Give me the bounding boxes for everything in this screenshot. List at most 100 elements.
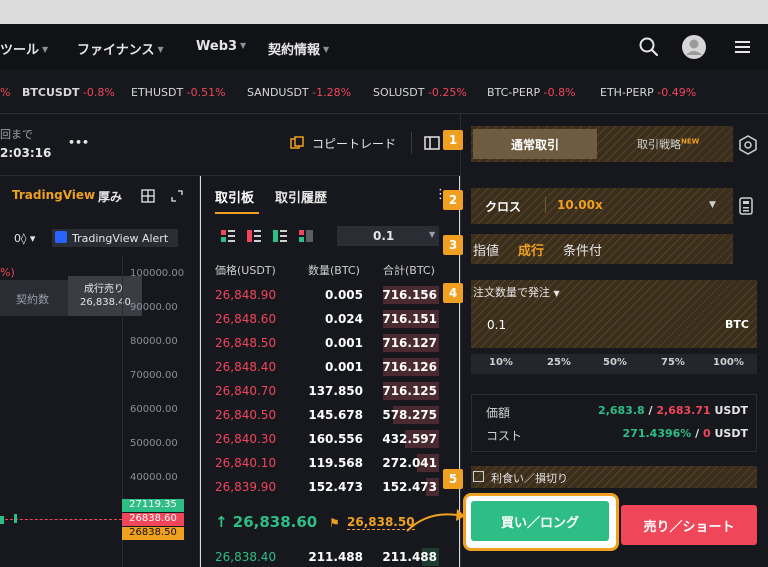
ask-qty: 0.001: [325, 336, 363, 350]
nav-item-finance[interactable]: ファイナンス ▼: [77, 39, 164, 58]
sell-short-button[interactable]: 売り／ショート: [621, 505, 757, 545]
ask-price: 26,840.10: [215, 456, 277, 470]
ask-price: 26,840.70: [215, 384, 277, 398]
menu-icon[interactable]: [734, 39, 752, 55]
header-price: 価格(USDT): [215, 264, 276, 277]
y-axis-label: 50000.00: [130, 438, 178, 449]
toolbar-divider: [411, 132, 412, 154]
view-bids-icon[interactable]: [273, 230, 287, 242]
tab-depth[interactable]: 厚み: [98, 188, 122, 205]
grid-icon[interactable]: [141, 189, 155, 203]
step-badge: 2: [443, 190, 463, 210]
ticker-item-solusdt[interactable]: SOLUSDT -0.25%: [373, 86, 467, 99]
search-icon[interactable]: [638, 36, 660, 58]
ask-row[interactable]: 26,840.30 160.556 432.597: [201, 428, 459, 450]
tab-trade-history[interactable]: 取引履歴: [275, 187, 327, 206]
y-axis-label: 60000.00: [130, 404, 178, 415]
order-type-limit[interactable]: 指値: [473, 240, 499, 259]
qty-section: 注文数量で発注 ▼ 0.1 BTC: [471, 280, 757, 348]
ask-row[interactable]: 26,848.60 0.024 716.151: [201, 308, 459, 330]
nav-item-web3[interactable]: Web3 ▼: [196, 39, 246, 54]
view-asks-icon[interactable]: [247, 230, 261, 242]
layout-icon[interactable]: [424, 136, 440, 150]
percent-10[interactable]: 10%: [489, 357, 513, 368]
nav-item-tools[interactable]: ツール ▼: [0, 39, 48, 58]
view-both-icon[interactable]: [221, 230, 235, 242]
view-depth-icon[interactable]: [299, 230, 313, 242]
ask-row[interactable]: 26,848.90 0.005 716.156: [201, 284, 459, 306]
avatar-icon[interactable]: [681, 34, 707, 60]
percent-25[interactable]: 25%: [547, 357, 571, 368]
tab-normal-trade[interactable]: 通常取引: [473, 129, 597, 159]
ask-total: 716.126: [382, 360, 437, 374]
ask-price: 26,848.90: [215, 288, 277, 302]
header-qty: 数量(BTC): [308, 264, 360, 277]
ask-qty: 119.568: [308, 456, 363, 470]
ticker-item-btcusdt[interactable]: BTCUSDT -0.8%: [22, 86, 115, 99]
nav-item-contract-info[interactable]: 契約情報 ▼: [268, 39, 329, 58]
ask-row[interactable]: 26,840.70 137.850 716.125: [201, 380, 459, 402]
settings-icon[interactable]: [738, 135, 758, 155]
flag-icon: ⚑: [329, 516, 340, 530]
ask-row[interactable]: 26,848.50 0.001 716.127: [201, 332, 459, 354]
copy-trade-link[interactable]: コピートレード: [312, 135, 396, 152]
buy-long-button[interactable]: 買い／ロング: [471, 501, 609, 541]
tab-tradingview[interactable]: TradingView: [12, 188, 95, 202]
chevron-down-icon: ▼: [323, 45, 330, 54]
ask-price: 26,848.60: [215, 312, 277, 326]
order-summary: 価額 2,683.8 / 2,683.71 USDT コスト 271.4396%…: [471, 394, 757, 452]
ask-total: 716.151: [382, 312, 437, 326]
ticker-item-eth-perp[interactable]: ETH-PERP -0.49%: [600, 86, 696, 99]
price-tag-green: 27119.35: [122, 499, 184, 512]
price-line: [0, 519, 122, 520]
step-badge: 5: [443, 469, 463, 489]
order-type-conditional[interactable]: 条件付: [563, 240, 602, 259]
candle: [14, 514, 17, 523]
copy-trade-icon: [290, 136, 304, 149]
qty-input[interactable]: 0.1 BTC: [471, 308, 757, 342]
ask-row[interactable]: 26,840.10 119.568 272.041: [201, 452, 459, 474]
y-axis-label: 70000.00: [130, 370, 178, 381]
bid-qty: 211.488: [308, 550, 363, 564]
top-nav: ツール ▼ ファイナンス ▼ Web3 ▼ 契約情報 ▼: [0, 24, 768, 70]
order-type-market[interactable]: 成行: [518, 240, 544, 259]
chart-pct-label: %): [0, 266, 15, 279]
tab-strategy[interactable]: 取引戦略NEW: [637, 136, 699, 152]
percent-50[interactable]: 50%: [603, 357, 627, 368]
ask-row[interactable]: 26,840.50 145.678 578.275: [201, 404, 459, 426]
order-panel: 通常取引 取引戦略NEW クロス 10.00x ▼ 指値 成行 条件付 注文数量…: [460, 114, 768, 567]
more-button[interactable]: •••: [68, 136, 89, 149]
price-tag-orange: 26838.50: [122, 527, 184, 540]
indicator-selector[interactable]: 0◊ ▾: [14, 232, 35, 245]
header-total: 合計(BTC): [383, 264, 435, 277]
chevron-down-icon: ▼: [709, 200, 716, 210]
ask-price: 26,848.50: [215, 336, 277, 350]
qty-mode-select[interactable]: 注文数量で発注 ▼: [473, 284, 560, 300]
bid-row[interactable]: 26,838.40 211.488 211.488: [201, 546, 459, 567]
tab-orderbook[interactable]: 取引板: [215, 187, 254, 206]
ask-row[interactable]: 26,839.90 152.473 152.473: [201, 476, 459, 498]
ticker-item-btc-perp[interactable]: BTC-PERP -0.8%: [487, 86, 576, 99]
tpsl-checkbox[interactable]: [473, 471, 484, 482]
step-badge: 3: [443, 235, 463, 255]
ticker-item-ethusdt[interactable]: ETHUSDT -0.51%: [131, 86, 226, 99]
tradingview-alert-button[interactable]: TradingView Alert: [52, 229, 178, 247]
y-axis-label: 40000.00: [130, 472, 178, 483]
tpsl-label: 利食い／損切り: [491, 472, 568, 485]
margin-leverage-select[interactable]: クロス 10.00x ▼: [471, 188, 733, 224]
ticker-item-sandusdt[interactable]: SANDUSDT -1.28%: [247, 86, 351, 99]
chevron-down-icon: ▼: [429, 230, 436, 239]
ask-price: 26,839.90: [215, 480, 277, 494]
ask-total: 432.597: [382, 432, 437, 446]
percent-75[interactable]: 75%: [661, 357, 685, 368]
ask-row[interactable]: 26,848.40 0.001 716.126: [201, 356, 459, 378]
percent-100[interactable]: 100%: [713, 357, 744, 368]
step-badge: 1: [443, 130, 463, 150]
ask-total: 272.041: [382, 456, 437, 470]
calculator-icon[interactable]: [738, 196, 754, 216]
ticker-bar: % BTCUSDT -0.8% ETHUSDT -0.51% SANDUSDT …: [0, 70, 768, 114]
precision-select[interactable]: 0.1 ▼: [337, 226, 439, 246]
alert-icon: [55, 231, 67, 243]
expand-icon[interactable]: [170, 189, 184, 203]
cost-label: コスト: [486, 429, 523, 443]
